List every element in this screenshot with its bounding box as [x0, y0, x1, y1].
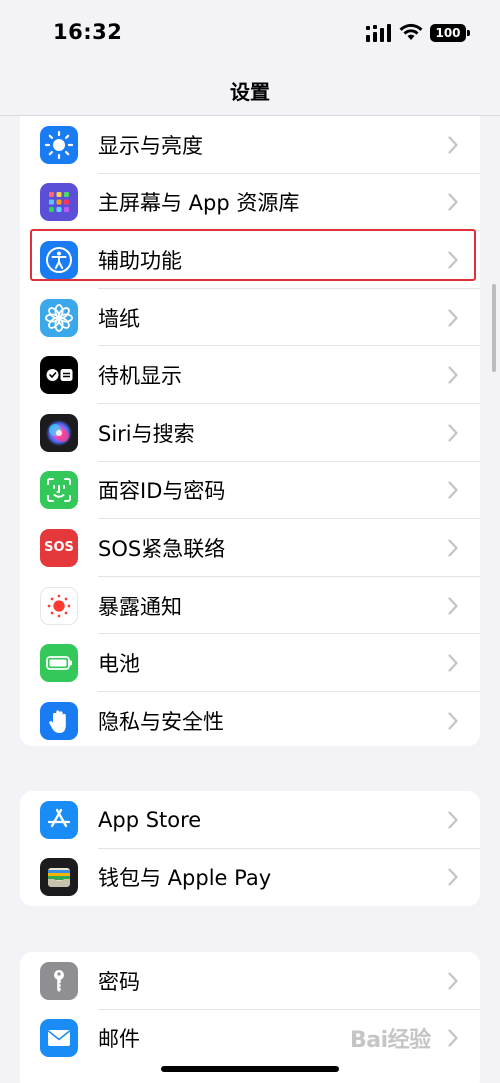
chevron-right-icon: [448, 251, 458, 269]
row-label: 辅助功能: [98, 248, 182, 273]
wallpaper-flower-icon: [40, 298, 78, 337]
sos-icon: SOS: [40, 528, 78, 567]
home-screen-grid-icon: [40, 183, 78, 222]
status-bar: 16:32 100: [0, 0, 500, 64]
cellular-signal-icon: [366, 24, 391, 42]
wifi-icon: [399, 23, 423, 40]
row-label: 隐私与安全性: [98, 709, 224, 734]
key-icon: [40, 961, 78, 1000]
row-label: 密码: [98, 969, 140, 994]
mail-icon: [40, 1019, 78, 1058]
settings-row-accessibility[interactable]: 辅助功能: [20, 231, 480, 289]
face-id-icon: [40, 471, 78, 510]
row-label: 邮件: [98, 1027, 140, 1052]
chevron-right-icon: [448, 481, 458, 499]
row-label: 钱包与 Apple Pay: [98, 866, 272, 891]
app-store-icon: [40, 800, 78, 839]
settings-screen: 16:32 100 设置 显示与亮度 主屏幕与 App 资源库 辅助功能 墙纸 …: [0, 0, 500, 1083]
home-indicator[interactable]: [161, 1066, 339, 1072]
chevron-right-icon: [448, 193, 458, 211]
status-time: 16:32: [53, 20, 123, 44]
settings-row-app-store[interactable]: App Store: [20, 791, 480, 849]
row-label: 电池: [98, 652, 140, 677]
page-title: 设置: [230, 80, 270, 104]
settings-group-accounts: 密码 邮件: [20, 952, 480, 1083]
settings-group-main: 显示与亮度 主屏幕与 App 资源库 辅助功能 墙纸 待机显示 Siri与搜索 …: [20, 116, 480, 746]
settings-row-wallet-apple-pay[interactable]: 钱包与 Apple Pay: [20, 849, 480, 906]
settings-row-home-screen[interactable]: 主屏幕与 App 资源库: [20, 174, 480, 232]
accessibility-icon: [40, 240, 78, 279]
chevron-right-icon: [448, 972, 458, 990]
settings-row-exposure-notifications[interactable]: 暴露通知: [20, 577, 480, 635]
chevron-right-icon: [448, 654, 458, 672]
settings-row-wallpaper[interactable]: 墙纸: [20, 289, 480, 347]
row-label: 显示与亮度: [98, 133, 203, 158]
chevron-right-icon: [448, 539, 458, 557]
row-label: 待机显示: [98, 364, 182, 389]
siri-icon: [40, 413, 78, 452]
chevron-right-icon: [448, 308, 458, 327]
chevron-right-icon: [448, 1029, 458, 1047]
row-label: SOS紧急联络: [98, 536, 226, 561]
settings-row-siri-search[interactable]: Siri与搜索: [20, 404, 480, 462]
chevron-right-icon: [448, 424, 458, 442]
row-label: Siri与搜索: [98, 421, 195, 446]
settings-row-display-brightness[interactable]: 显示与亮度: [20, 116, 480, 174]
scroll-indicator[interactable]: [492, 284, 496, 372]
chevron-right-icon: [448, 712, 458, 730]
chevron-right-icon: [448, 136, 458, 154]
settings-row-emergency-sos[interactable]: SOS SOS紧急联络: [20, 519, 480, 577]
settings-row-face-id[interactable]: 面容ID与密码: [20, 462, 480, 520]
sos-icon-text: SOS: [44, 540, 74, 556]
brightness-icon: [40, 125, 78, 164]
settings-group-store: App Store 钱包与 Apple Pay: [20, 791, 480, 906]
privacy-hand-icon: [40, 701, 78, 740]
watermark-logo: Bai经验: [350, 1028, 431, 1053]
standby-icon: [40, 356, 78, 395]
settings-row-passwords[interactable]: 密码: [20, 952, 480, 1010]
exposure-notification-icon: [40, 586, 78, 625]
row-label: 主屏幕与 App 资源库: [98, 191, 300, 216]
nav-bar: 设置: [0, 64, 500, 116]
settings-row-privacy-security[interactable]: 隐私与安全性: [20, 692, 480, 746]
battery-icon: [40, 644, 78, 683]
chevron-right-icon: [448, 596, 458, 615]
row-label: 暴露通知: [98, 594, 182, 619]
settings-row-standby[interactable]: 待机显示: [20, 346, 480, 404]
wallet-icon: [40, 858, 78, 897]
chevron-right-icon: [448, 366, 458, 384]
row-label: App Store: [98, 807, 202, 832]
row-label: 面容ID与密码: [98, 479, 226, 504]
chevron-right-icon: [448, 811, 458, 829]
row-label: 墙纸: [98, 306, 140, 331]
settings-row-battery[interactable]: 电池: [20, 634, 480, 692]
battery-indicator: 100: [430, 24, 470, 42]
chevron-right-icon: [448, 868, 458, 886]
